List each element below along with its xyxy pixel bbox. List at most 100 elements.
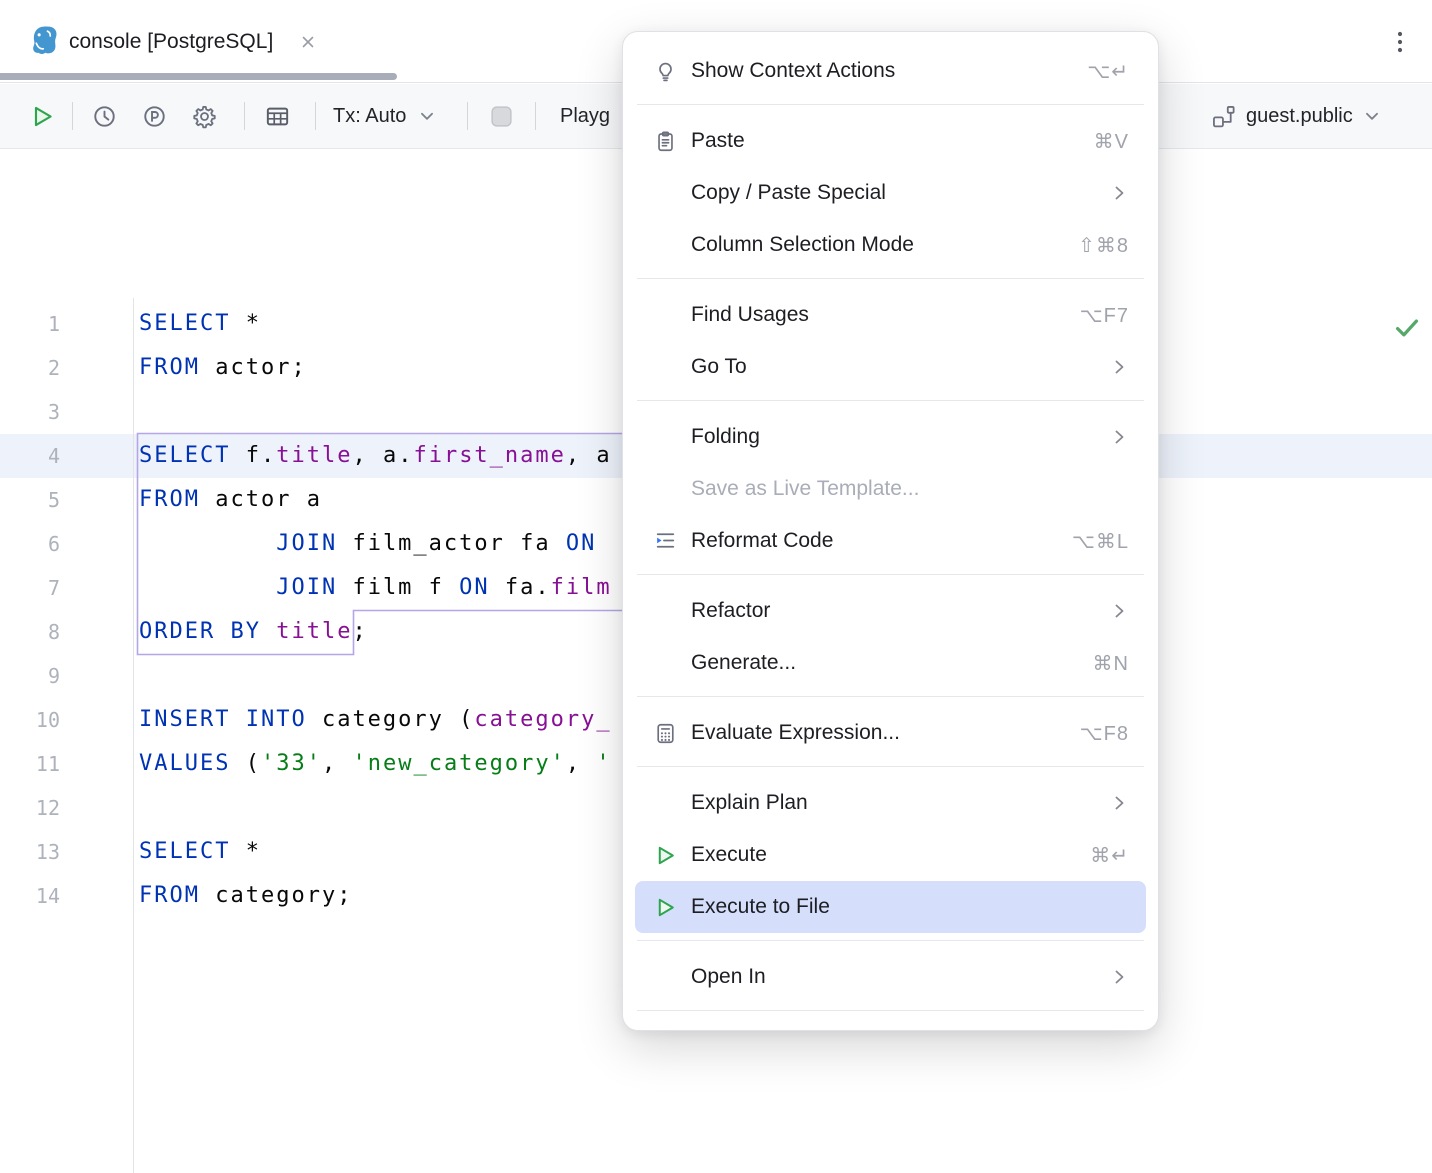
tab-console-postgresql[interactable]: console [PostgreSQL] (27, 22, 316, 62)
menu-item-label: Evaluate Expression... (691, 721, 900, 745)
line-number: 6 (0, 522, 60, 566)
sql-text: , a. (352, 443, 413, 468)
menu-item-execute-to-file[interactable]: Execute to File (635, 881, 1146, 933)
sql-keyword: JOIN (276, 531, 337, 556)
stop-button (487, 84, 515, 148)
reformat-icon (652, 528, 678, 554)
sql-keyword: ON (566, 531, 597, 556)
sql-string: 'new_category' (352, 751, 565, 776)
menu-item-paste[interactable]: Paste⌘V (635, 115, 1146, 167)
toolbar-separator (315, 102, 316, 130)
playground-label: Playg (560, 105, 610, 128)
menu-item-save-as-live-template: Save as Live Template... (635, 463, 1146, 515)
line-number: 2 (0, 346, 60, 390)
sql-keyword: ORDER BY (139, 619, 261, 644)
toolbar-separator (467, 102, 468, 130)
menu-item-generate[interactable]: Generate...⌘N (635, 637, 1146, 689)
menu-item-execute[interactable]: Execute⌘↵ (635, 829, 1146, 881)
sql-string: '33' (261, 751, 322, 776)
code-line-2[interactable]: FROM actor; (139, 346, 307, 390)
menu-item-folding[interactable]: Folding (635, 411, 1146, 463)
sql-text: , a (566, 443, 612, 468)
sql-keyword: SELECT (139, 311, 230, 336)
sql-text: * (230, 839, 261, 864)
sql-text: film f (337, 575, 459, 600)
code-line-14[interactable]: FROM category; (139, 874, 352, 918)
menu-item-column-selection-mode[interactable]: Column Selection Mode⇧⌘8 (635, 219, 1146, 271)
menu-item-explain-plan[interactable]: Explain Plan (635, 777, 1146, 829)
tab-close-icon[interactable] (300, 34, 316, 50)
settings-gear-icon[interactable] (188, 84, 220, 148)
code-line-6[interactable]: JOIN film_actor fa ON (139, 522, 596, 566)
playground-selector[interactable]: Playg (560, 84, 610, 148)
sql-text: category ( (307, 707, 475, 732)
execute-icon (652, 894, 678, 920)
menu-item-label: Folding (691, 425, 760, 449)
sql-keyword: SELECT (139, 443, 230, 468)
history-icon[interactable] (88, 84, 120, 148)
code-line-7[interactable]: JOIN film f ON fa.film (139, 566, 612, 610)
execution-success-checkmark-icon (1391, 313, 1423, 348)
schema-selector[interactable]: guest.public (1210, 84, 1381, 148)
tab-strip-scrollbar[interactable] (0, 73, 397, 80)
menu-separator (637, 574, 1144, 575)
menu-item-label: Explain Plan (691, 791, 808, 815)
menu-item-refactor[interactable]: Refactor (635, 585, 1146, 637)
tx-mode-dropdown[interactable]: Tx: Auto (333, 84, 436, 148)
parameters-icon[interactable] (138, 84, 170, 148)
execute-icon (652, 842, 678, 868)
icon-spacer (652, 232, 678, 258)
sql-keyword: VALUES (139, 751, 230, 776)
sql-identifier: title (276, 443, 352, 468)
menu-item-shortcut: ⌥↵ (1087, 59, 1129, 84)
sql-text: * (230, 311, 261, 336)
menu-item-show-context-actions[interactable]: Show Context Actions⌥↵ (635, 45, 1146, 97)
submenu-chevron-icon (1109, 967, 1129, 987)
menu-item-go-to[interactable]: Go To (635, 341, 1146, 393)
line-number: 7 (0, 566, 60, 610)
sql-keyword: FROM (139, 487, 200, 512)
code-line-4[interactable]: SELECT f.title, a.first_name, a (139, 434, 612, 478)
menu-item-copy-paste-special[interactable]: Copy / Paste Special (635, 167, 1146, 219)
menu-item-label: Go To (691, 355, 747, 379)
menu-item-shortcut: ⌥F8 (1080, 721, 1129, 746)
sql-keyword: ON (459, 575, 490, 600)
icon-spacer (652, 476, 678, 502)
menu-item-shortcut: ⌥⌘L (1072, 529, 1129, 554)
code-line-1[interactable]: SELECT * (139, 302, 261, 346)
menu-item-open-in[interactable]: Open In (635, 951, 1146, 1003)
sql-keyword: SELECT (139, 839, 230, 864)
table-view-icon[interactable] (260, 84, 294, 148)
menu-item-evaluate-expression[interactable]: Evaluate Expression... ⌥F8 (635, 707, 1146, 759)
code-line-11[interactable]: VALUES ('33', 'new_category', ' (139, 742, 612, 786)
sql-text: category; (200, 883, 352, 908)
calculator-icon (652, 720, 678, 746)
sql-text: actor a (200, 487, 322, 512)
submenu-chevron-icon (1109, 793, 1129, 813)
line-number: 8 (0, 610, 60, 654)
code-line-5[interactable]: FROM actor a (139, 478, 322, 522)
sql-text (261, 619, 276, 644)
menu-item-label: Execute to File (691, 895, 830, 919)
code-line-10[interactable]: INSERT INTO category (category_ (139, 698, 612, 742)
sql-identifier: title (276, 619, 352, 644)
sql-string: ' (596, 751, 611, 776)
toolbar-separator (244, 102, 245, 130)
menu-item-find-usages[interactable]: Find Usages ⌥F7 (635, 289, 1146, 341)
sql-keyword: INSERT INTO (139, 707, 307, 732)
code-line-8[interactable]: ORDER BY title; (139, 610, 368, 654)
postgresql-elephant-icon (27, 24, 58, 61)
menu-item-shortcut: ⌥F7 (1080, 303, 1129, 328)
run-button[interactable] (26, 84, 58, 148)
code-line-13[interactable]: SELECT * (139, 830, 261, 874)
menu-item-label: Find Usages (691, 303, 809, 327)
kebab-menu-icon[interactable] (1384, 26, 1416, 58)
schema-label: guest.public (1246, 105, 1353, 128)
sql-text: , (566, 751, 597, 776)
menu-separator (637, 104, 1144, 105)
schema-icon (1210, 103, 1237, 130)
icon-spacer (652, 180, 678, 206)
menu-item-reformat-code[interactable]: Reformat Code⌥⌘L (635, 515, 1146, 567)
sql-text: f. (230, 443, 276, 468)
menu-item-label: Execute (691, 843, 767, 867)
